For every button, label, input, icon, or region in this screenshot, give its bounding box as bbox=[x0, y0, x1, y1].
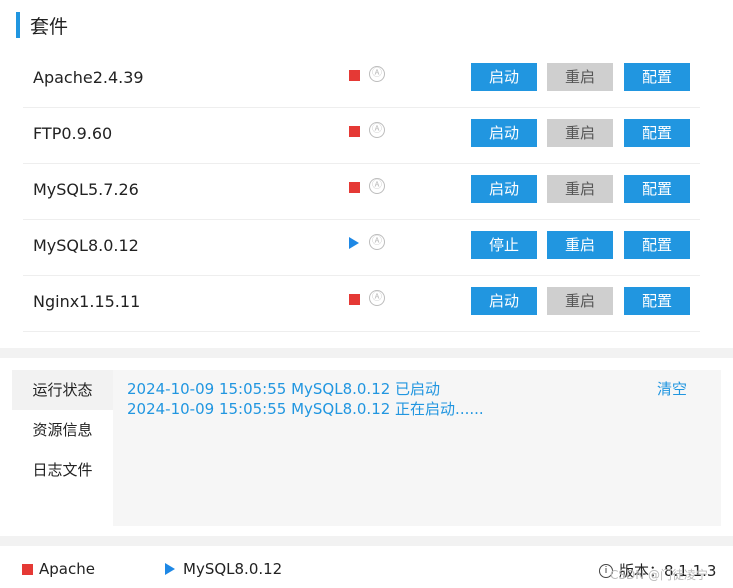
stopped-status-icon bbox=[349, 182, 360, 193]
log-area: 2024-10-09 15:05:55 MySQL8.0.12 已启动 2024… bbox=[113, 370, 721, 526]
side-tabs: 运行状态 资源信息 日志文件 bbox=[12, 370, 113, 526]
clear-log-button[interactable]: 清空 bbox=[657, 378, 687, 399]
running-status-icon bbox=[165, 563, 175, 575]
mysql-status-label: MySQL8.0.12 bbox=[183, 560, 283, 578]
stopped-status-icon bbox=[349, 294, 360, 305]
stopped-status-icon bbox=[349, 70, 360, 81]
autostart-icon[interactable]: Ⓐ bbox=[369, 178, 385, 194]
watermark: CSDN @门徒凌宁 bbox=[610, 568, 709, 582]
autostart-icon[interactable]: Ⓐ bbox=[369, 290, 385, 306]
status-bar: Apache MySQL8.0.12 i 版本：8.1.1.3 CSDN @门徒… bbox=[0, 546, 733, 588]
mysql-status: MySQL8.0.12 bbox=[165, 560, 282, 578]
start-button[interactable]: 启动 bbox=[471, 119, 537, 147]
section-header: 套件 bbox=[16, 12, 68, 38]
autostart-icon[interactable]: Ⓐ bbox=[369, 122, 385, 138]
service-row-mysql80: MySQL8.0.12 Ⓐ 停止 重启 配置 bbox=[23, 220, 700, 276]
running-status-icon bbox=[349, 237, 359, 249]
restart-button[interactable]: 重启 bbox=[547, 119, 613, 147]
tab-run-status[interactable]: 运行状态 bbox=[12, 370, 113, 410]
config-button[interactable]: 配置 bbox=[624, 119, 690, 147]
restart-button[interactable]: 重启 bbox=[547, 175, 613, 203]
start-button[interactable]: 启动 bbox=[471, 175, 537, 203]
status-panel: 运行状态 资源信息 日志文件 2024-10-09 15:05:55 MySQL… bbox=[0, 358, 733, 536]
stopped-status-icon bbox=[22, 563, 33, 575]
apache-status-label: Apache bbox=[39, 560, 95, 578]
section-accent-bar bbox=[16, 12, 20, 38]
service-row-nginx: Nginx1.15.11 Ⓐ 启动 重启 配置 bbox=[23, 276, 700, 332]
log-line: 2024-10-09 15:05:55 MySQL8.0.12 已启动 bbox=[127, 380, 441, 398]
tab-resource-info[interactable]: 资源信息 bbox=[12, 410, 113, 450]
service-row-ftp: FTP0.9.60 Ⓐ 启动 重启 配置 bbox=[23, 108, 700, 164]
restart-button[interactable]: 重启 bbox=[547, 231, 613, 259]
config-button[interactable]: 配置 bbox=[624, 287, 690, 315]
config-button[interactable]: 配置 bbox=[624, 231, 690, 259]
service-name: MySQL5.7.26 bbox=[33, 180, 139, 199]
autostart-icon[interactable]: Ⓐ bbox=[369, 66, 385, 82]
service-name: Apache2.4.39 bbox=[33, 68, 144, 87]
service-name: Nginx1.15.11 bbox=[33, 292, 141, 311]
restart-button[interactable]: 重启 bbox=[547, 63, 613, 91]
service-row-apache: Apache2.4.39 Ⓐ 启动 重启 配置 bbox=[23, 52, 700, 108]
log-line: 2024-10-09 15:05:55 MySQL8.0.12 正在启动....… bbox=[127, 400, 484, 418]
section-title: 套件 bbox=[30, 15, 69, 38]
stopped-status-icon bbox=[349, 126, 360, 137]
service-name: FTP0.9.60 bbox=[33, 124, 113, 143]
restart-button[interactable]: 重启 bbox=[547, 287, 613, 315]
service-row-mysql57: MySQL5.7.26 Ⓐ 启动 重启 配置 bbox=[23, 164, 700, 220]
tab-log-files[interactable]: 日志文件 bbox=[12, 450, 113, 490]
stop-button[interactable]: 停止 bbox=[471, 231, 537, 259]
service-name: MySQL8.0.12 bbox=[33, 236, 139, 255]
config-button[interactable]: 配置 bbox=[624, 63, 690, 91]
start-button[interactable]: 启动 bbox=[471, 63, 537, 91]
autostart-icon[interactable]: Ⓐ bbox=[369, 234, 385, 250]
config-button[interactable]: 配置 bbox=[624, 175, 690, 203]
start-button[interactable]: 启动 bbox=[471, 287, 537, 315]
apache-status: Apache bbox=[22, 560, 95, 578]
services-panel: 套件 Apache2.4.39 Ⓐ 启动 重启 配置 FTP0.9.60 Ⓐ 启… bbox=[0, 0, 733, 348]
